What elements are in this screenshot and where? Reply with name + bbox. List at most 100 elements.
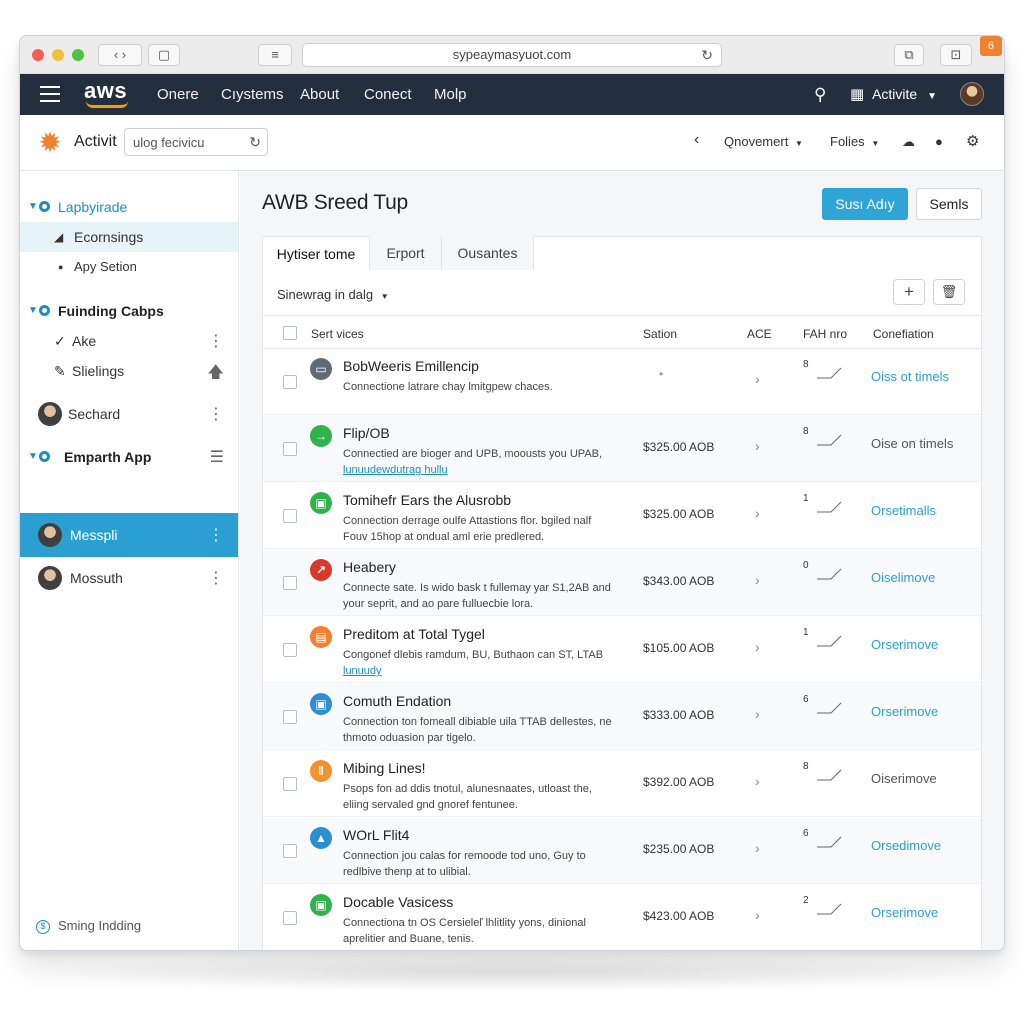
- table-row[interactable]: ▲ WOrL Flit4 Connection jou calas for remo…: [263, 818, 981, 884]
- cloud-icon[interactable]: ☁: [902, 134, 915, 150]
- service-name[interactable]: BobWeeris Emillencip: [343, 358, 479, 374]
- delete-icon[interactable]: 🗑: [933, 279, 965, 305]
- minimize-window-button[interactable]: [52, 49, 64, 61]
- tab-ousantes[interactable]: Ousantes: [442, 236, 534, 270]
- row-checkbox[interactable]: [283, 576, 297, 590]
- status-link[interactable]: Orsetimalls: [871, 503, 936, 518]
- arrow-icon[interactable]: ›: [755, 572, 760, 588]
- address-bar[interactable]: sypeaymasyuot.com ↻: [302, 43, 722, 67]
- filter-dropdown[interactable]: Sinewrag in dalg ▼: [277, 287, 389, 302]
- sidebar-item-ecornsings[interactable]: ◢ Ecornsings: [20, 222, 238, 252]
- chevron-left-icon[interactable]: ‹: [694, 131, 699, 149]
- user-avatar[interactable]: [960, 82, 984, 106]
- table-row[interactable]: ▣ Tomihefr Ears the Alusrobb Connection de…: [263, 483, 981, 549]
- back-forward-button[interactable]: ‹ ›: [98, 44, 142, 66]
- sidebar-item-messpli[interactable]: Messpli ⋮: [20, 513, 238, 557]
- arrow-icon[interactable]: ›: [755, 371, 760, 387]
- sidebar-item-emparth-app[interactable]: ▼ Emparth App ☰: [20, 442, 238, 472]
- row-checkbox[interactable]: [283, 643, 297, 657]
- tab-erport[interactable]: Erport: [370, 236, 442, 270]
- table-row[interactable]: ↗ Heabery Connecte sate. Is wido bask t fu…: [263, 550, 981, 616]
- service-name[interactable]: Docable Vasicess: [343, 894, 453, 910]
- row-checkbox[interactable]: [283, 375, 297, 389]
- arrow-icon[interactable]: ›: [755, 706, 760, 722]
- nav-link-conect[interactable]: Conect: [364, 86, 412, 103]
- table-row[interactable]: ▭ BobWeeris Emillencip Connectione latrare…: [263, 349, 981, 415]
- notification-icon[interactable]: ⚲: [814, 85, 826, 105]
- table-row[interactable]: ▣ Comuth Endation Connection ton fomeall d…: [263, 684, 981, 750]
- table-row[interactable]: ▣ Docable Vasicess Connectiona tn OS Cersi…: [263, 885, 981, 950]
- column-header[interactable]: Sert vices: [311, 327, 364, 341]
- nav-link-systems[interactable]: Cıystems: [221, 86, 284, 103]
- zoom-window-button[interactable]: [72, 49, 84, 61]
- arrow-icon[interactable]: ›: [755, 639, 760, 655]
- column-header[interactable]: Conefiation: [873, 327, 934, 341]
- sidebar-item-ake[interactable]: ✓ Ake ⋮: [20, 326, 238, 356]
- close-window-button[interactable]: [32, 49, 44, 61]
- more-options-icon[interactable]: ⋮: [208, 404, 224, 424]
- tab-hytiser-tome[interactable]: Hytiser tome: [262, 236, 370, 270]
- row-checkbox[interactable]: [283, 710, 297, 724]
- service-name[interactable]: Mibing Lines!: [343, 760, 426, 776]
- arrow-icon[interactable]: ›: [755, 505, 760, 521]
- tabs-icon[interactable]: ⊡: [940, 44, 972, 66]
- upload-arrow-icon[interactable]: 🡅: [208, 361, 224, 388]
- row-checkbox[interactable]: [283, 911, 297, 925]
- refresh-icon[interactable]: ↻: [249, 134, 261, 151]
- status-link[interactable]: Oiserimove: [871, 771, 937, 786]
- status-link[interactable]: Orserimove: [871, 637, 938, 652]
- row-checkbox[interactable]: [283, 777, 297, 791]
- sidebar-footer[interactable]: $ Sming Indding: [36, 918, 141, 934]
- description-link[interactable]: lunuudewdutrag hullu: [343, 462, 613, 478]
- more-options-icon[interactable]: ⋮: [208, 568, 224, 588]
- sidebar-item-fuinding-cabps[interactable]: ▼ Fuinding Cabps: [20, 296, 238, 326]
- sidebar-item-slielings[interactable]: ✎ Slielings 🡅: [20, 356, 238, 386]
- sidebar-toggle-icon[interactable]: ▢: [148, 44, 180, 66]
- breadcrumb-dropdown[interactable]: Qnovemert ▼: [724, 134, 803, 149]
- column-header[interactable]: Sation: [643, 327, 677, 341]
- arrow-icon[interactable]: ›: [755, 840, 760, 856]
- status-link[interactable]: Orsedimove: [871, 838, 941, 853]
- status-link[interactable]: Oiss ot timels: [871, 369, 949, 384]
- service-name[interactable]: Heabery: [343, 559, 396, 575]
- row-checkbox[interactable]: [283, 844, 297, 858]
- table-row[interactable]: ▤ Preditom at Total Tygel Congonef dlebis …: [263, 617, 981, 683]
- secondary-action-button[interactable]: Semls: [916, 188, 982, 220]
- nav-link-molp[interactable]: Molp: [434, 86, 467, 103]
- share-icon[interactable]: ⧉: [894, 44, 924, 66]
- hamburger-menu-icon[interactable]: [40, 86, 60, 102]
- list-icon[interactable]: ☰: [210, 447, 224, 467]
- add-icon[interactable]: +: [893, 279, 925, 305]
- table-row[interactable]: ‖ Mibing Lines! Psops fon ad ddis tnotul, …: [263, 751, 981, 817]
- nav-link-onere[interactable]: Onere: [157, 86, 199, 103]
- reload-icon[interactable]: ↻: [701, 44, 713, 66]
- policies-dropdown[interactable]: Folies ▼: [830, 134, 879, 149]
- row-checkbox[interactable]: [283, 509, 297, 523]
- column-header[interactable]: FAH nro: [803, 327, 847, 341]
- activity-menu[interactable]: ▦ Activite ▼: [850, 85, 937, 103]
- column-header[interactable]: ACE: [747, 327, 772, 341]
- sidebar-item-sechard[interactable]: Sechard ⋮: [20, 399, 238, 429]
- status-link[interactable]: Orserimove: [871, 905, 938, 920]
- more-options-icon[interactable]: ⋮: [208, 331, 224, 351]
- service-name[interactable]: Comuth Endation: [343, 693, 451, 709]
- arrow-icon[interactable]: ›: [755, 907, 760, 923]
- status-link[interactable]: Oise on timels: [871, 436, 953, 451]
- select-all-checkbox[interactable]: [283, 326, 297, 340]
- primary-action-button[interactable]: Susı Adıy: [822, 188, 908, 220]
- description-link[interactable]: lunuudy: [343, 663, 613, 679]
- reader-list-icon[interactable]: ≡: [258, 44, 292, 66]
- search-input[interactable]: ulog fecivicu ↻: [124, 128, 268, 156]
- more-options-icon[interactable]: ⋮: [208, 525, 224, 545]
- table-row[interactable]: → Flip/OB Connectied are bioger and UPB, m…: [263, 416, 981, 482]
- arrow-icon[interactable]: ›: [755, 438, 760, 454]
- settings-gear-icon[interactable]: ⚙: [966, 132, 979, 150]
- arrow-icon[interactable]: ›: [755, 773, 760, 789]
- sidebar-item-lapbyirade[interactable]: ▼ Lapbyirade: [20, 192, 238, 222]
- row-checkbox[interactable]: [283, 442, 297, 456]
- service-name[interactable]: Flip/OB: [343, 425, 390, 441]
- nav-link-about[interactable]: About: [300, 86, 339, 103]
- service-name[interactable]: WOrL Flit4: [343, 827, 409, 843]
- status-link[interactable]: Oiselimove: [871, 570, 935, 585]
- service-name[interactable]: Tomihefr Ears the Alusrobb: [343, 492, 511, 508]
